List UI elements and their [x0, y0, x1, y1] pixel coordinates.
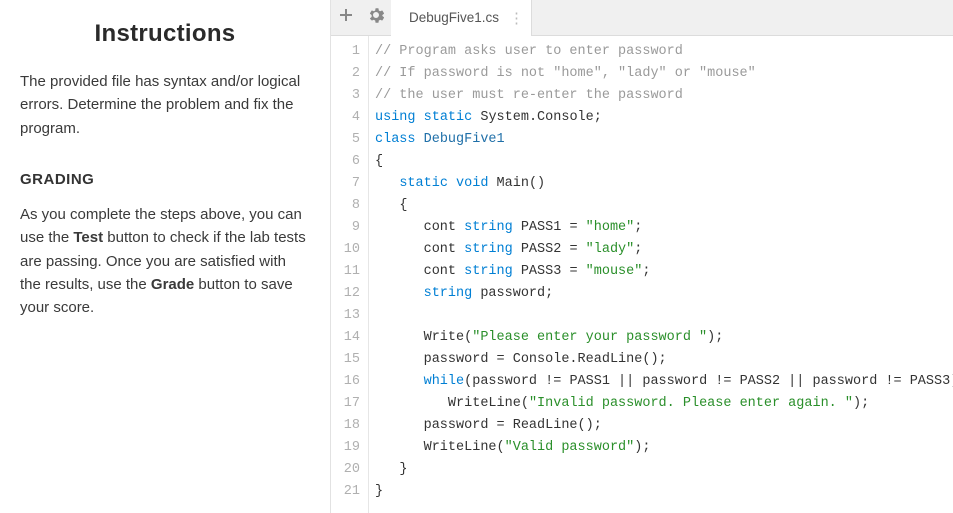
code-line[interactable]: Write("Please enter your password ");: [375, 327, 953, 349]
line-number: 19: [331, 437, 360, 459]
line-gutter: 123456789101112131415161718192021: [331, 36, 369, 513]
line-number: 20: [331, 459, 360, 481]
drag-handle-icon: ⋮: [509, 9, 523, 27]
code-line[interactable]: }: [375, 459, 953, 481]
add-tab-button[interactable]: [331, 0, 361, 36]
line-number: 18: [331, 415, 360, 437]
code-editor[interactable]: 123456789101112131415161718192021 // Pro…: [331, 36, 953, 513]
line-number: 5: [331, 129, 360, 151]
code-line[interactable]: cont string PASS1 = "home";: [375, 217, 953, 239]
editor-tabbar: DebugFive1.cs ⋮: [331, 0, 953, 36]
line-number: 3: [331, 85, 360, 107]
line-number: 17: [331, 393, 360, 415]
code-line[interactable]: string password;: [375, 283, 953, 305]
instructions-body: The provided file has syntax and/or logi…: [20, 70, 310, 319]
line-number: 7: [331, 173, 360, 195]
line-number: 1: [331, 41, 360, 63]
instructions-panel: Instructions The provided file has synta…: [0, 0, 330, 513]
code-line[interactable]: password = ReadLine();: [375, 415, 953, 437]
code-line[interactable]: using static System.Console;: [375, 107, 953, 129]
code-line[interactable]: password = Console.ReadLine();: [375, 349, 953, 371]
code-line[interactable]: static void Main(): [375, 173, 953, 195]
code-line[interactable]: cont string PASS2 = "lady";: [375, 239, 953, 261]
line-number: 16: [331, 371, 360, 393]
code-content[interactable]: // Program asks user to enter password//…: [369, 36, 953, 513]
code-line[interactable]: // Program asks user to enter password: [375, 41, 953, 63]
code-line[interactable]: WriteLine("Valid password");: [375, 437, 953, 459]
plus-icon: [338, 7, 354, 28]
code-line[interactable]: {: [375, 195, 953, 217]
line-number: 13: [331, 305, 360, 327]
code-line[interactable]: while(password != PASS1 || password != P…: [375, 371, 953, 393]
code-line[interactable]: // If password is not "home", "lady" or …: [375, 63, 953, 85]
gear-icon: [368, 7, 384, 28]
instructions-title: Instructions: [20, 20, 310, 48]
line-number: 12: [331, 283, 360, 305]
grading-heading: GRADING: [20, 168, 310, 191]
grade-button-label: Grade: [151, 276, 194, 293]
line-number: 2: [331, 63, 360, 85]
line-number: 21: [331, 481, 360, 503]
line-number: 6: [331, 151, 360, 173]
code-line[interactable]: WriteLine("Invalid password. Please ente…: [375, 393, 953, 415]
line-number: 4: [331, 107, 360, 129]
code-line[interactable]: cont string PASS3 = "mouse";: [375, 261, 953, 283]
grading-paragraph: As you complete the steps above, you can…: [20, 203, 310, 319]
tab-file[interactable]: DebugFive1.cs ⋮: [391, 0, 532, 36]
line-number: 10: [331, 239, 360, 261]
code-line[interactable]: }: [375, 481, 953, 503]
code-line[interactable]: {: [375, 151, 953, 173]
test-button-label: Test: [73, 229, 103, 246]
line-number: 9: [331, 217, 360, 239]
tab-filename: DebugFive1.cs: [409, 10, 499, 25]
code-line[interactable]: // the user must re-enter the password: [375, 85, 953, 107]
line-number: 11: [331, 261, 360, 283]
code-line[interactable]: class DebugFive1: [375, 129, 953, 151]
editor-panel: DebugFive1.cs ⋮ 123456789101112131415161…: [330, 0, 953, 513]
instructions-paragraph: The provided file has syntax and/or logi…: [20, 70, 310, 140]
line-number: 15: [331, 349, 360, 371]
code-line[interactable]: [375, 305, 953, 327]
line-number: 8: [331, 195, 360, 217]
line-number: 14: [331, 327, 360, 349]
settings-button[interactable]: [361, 0, 391, 36]
